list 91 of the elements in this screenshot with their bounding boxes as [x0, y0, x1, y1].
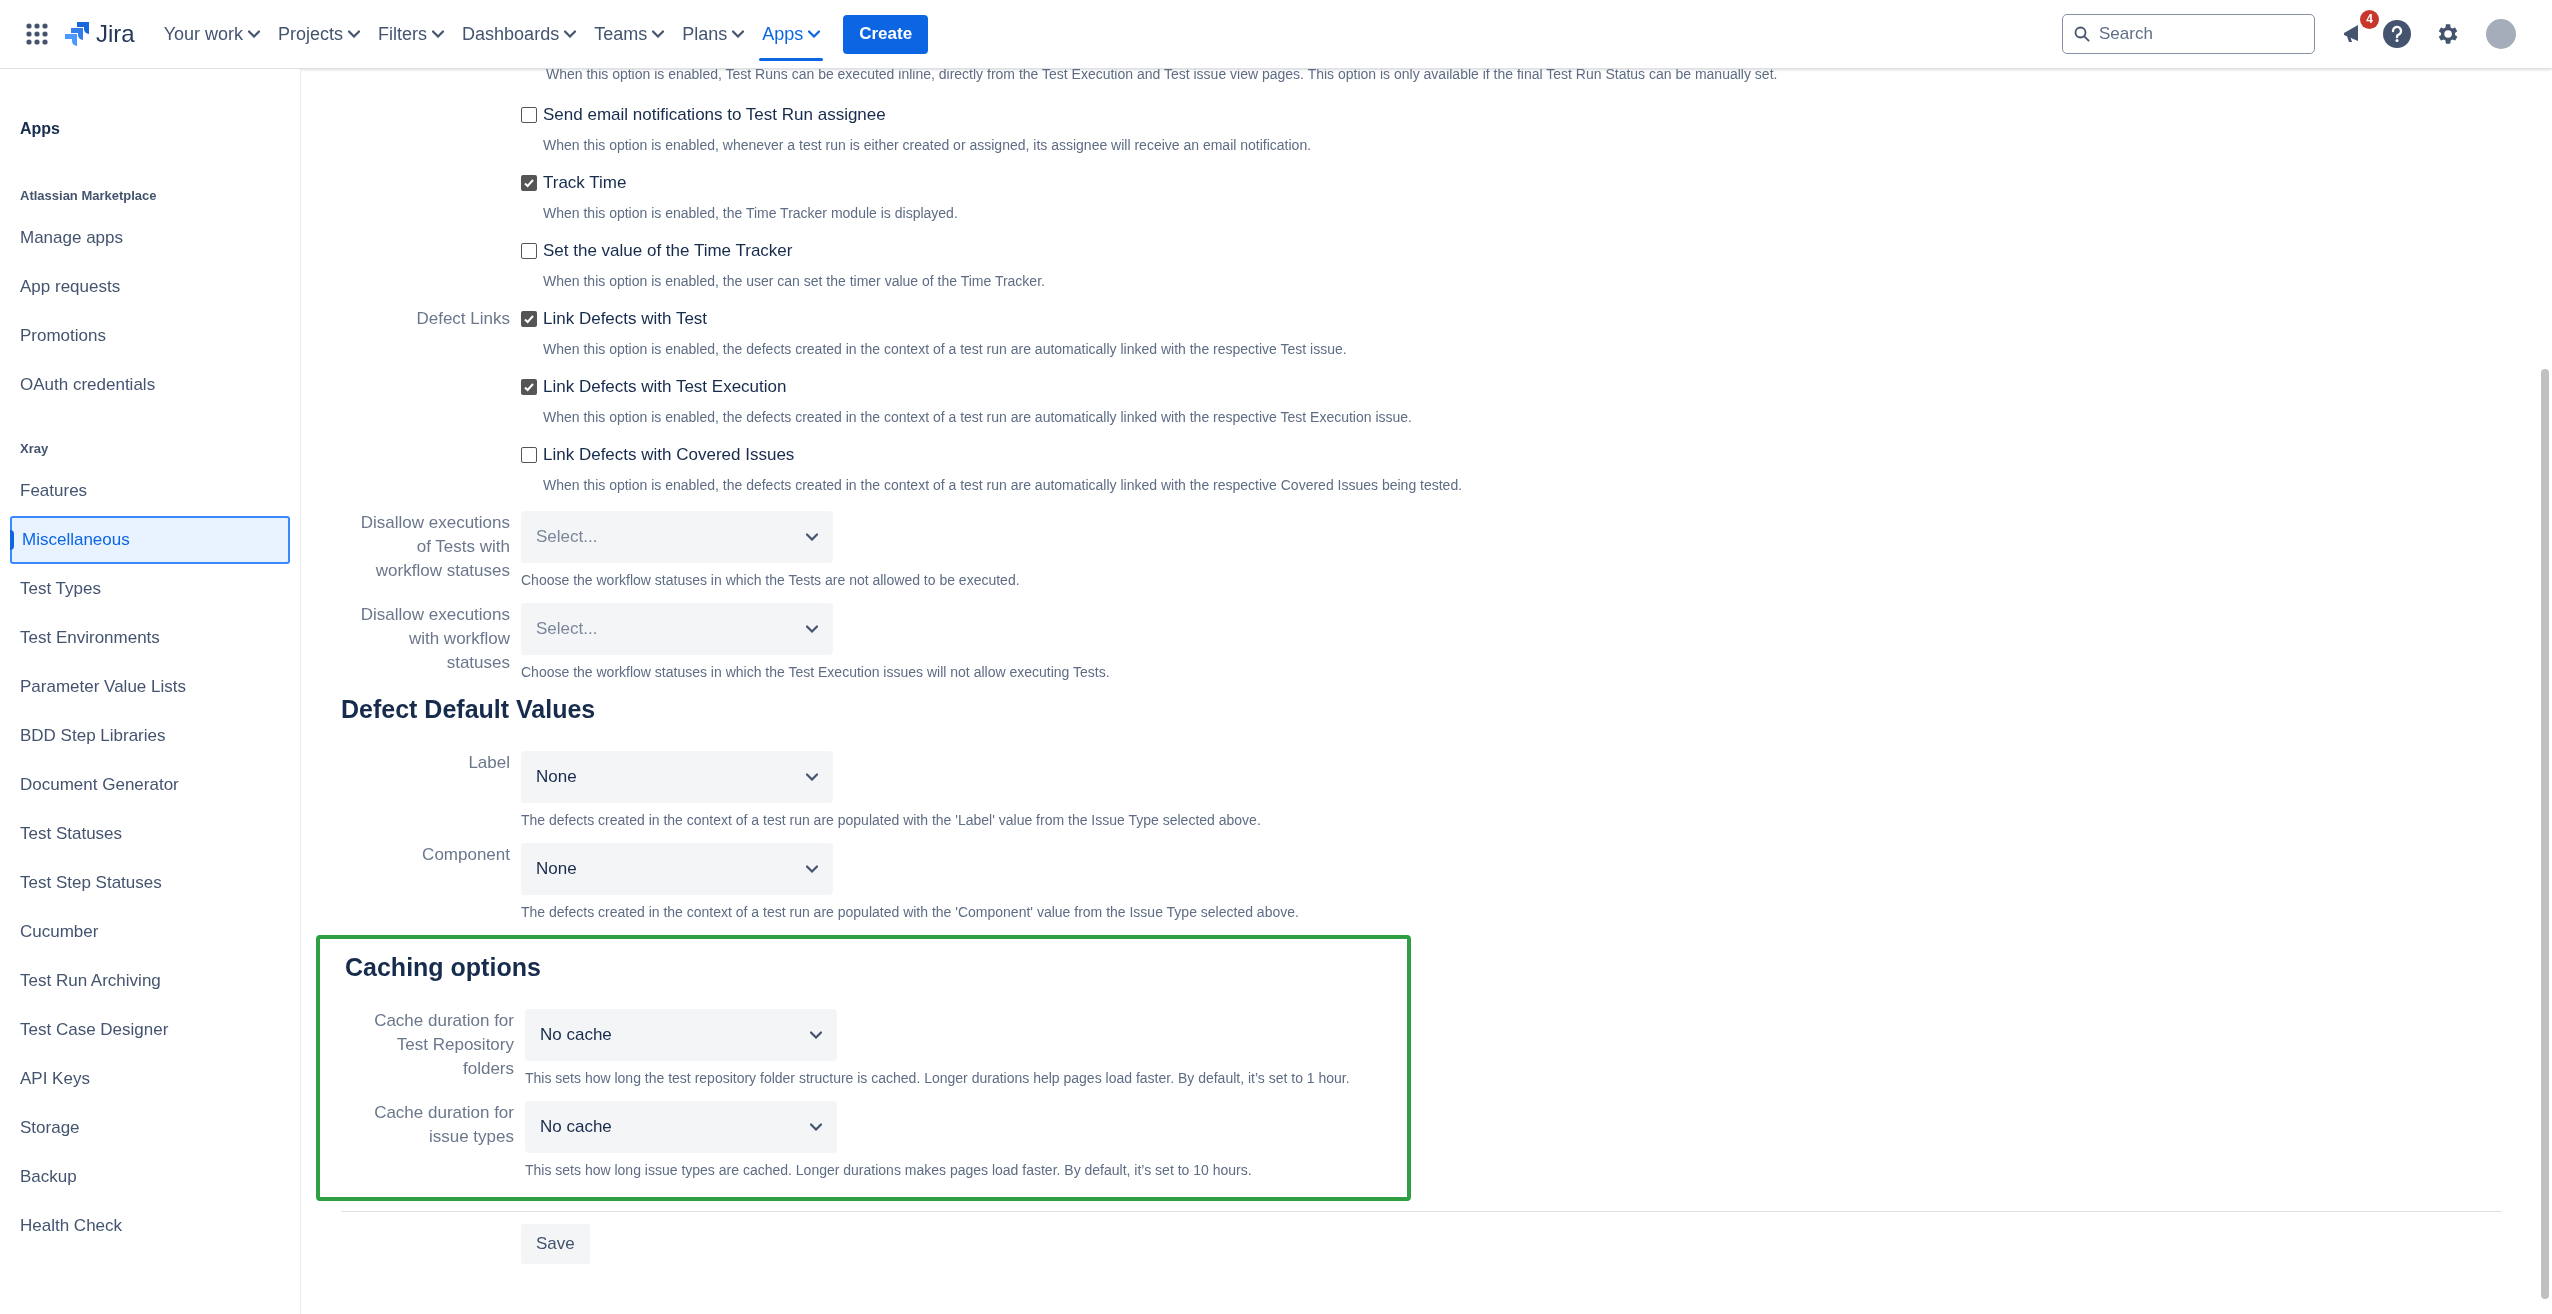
chevron-down-icon	[652, 30, 665, 38]
checkbox-label[interactable]: Track Time	[543, 170, 627, 196]
field-label: Defect Links	[416, 308, 510, 330]
sidebar-item[interactable]: Cucumber	[10, 908, 290, 956]
help-text: This sets how long the test repository folder structure is cached. Longer durations help pages load faster. By default, it’s set to 1 hour.	[525, 1069, 1350, 1087]
chevron-down-icon	[248, 30, 261, 38]
search-field[interactable]: Search	[2062, 14, 2315, 54]
checkbox-label[interactable]: Link Defects with Test Execution	[543, 374, 787, 400]
sidebar-item[interactable]: Miscellaneous	[10, 516, 290, 564]
chevron-down-icon	[808, 30, 821, 38]
section-heading: Caching options	[344, 952, 542, 983]
nav-tab[interactable]: Dashboards	[453, 0, 586, 69]
help-text: The defects created in the context of a test run are populated with the 'Component' value from the Issue Type selected above.	[521, 903, 1299, 921]
chevron-down-icon	[806, 533, 818, 541]
dropdown[interactable]: None	[521, 843, 833, 895]
chevron-down-icon	[810, 1123, 822, 1131]
sidebar-item[interactable]: Parameter Value Lists	[10, 663, 290, 711]
field-label: Cache duration for issue types	[373, 1102, 514, 1148]
sidebar-item[interactable]: Features	[10, 467, 290, 515]
sidebar-item[interactable]: API Keys	[10, 1055, 290, 1103]
help-text: Choose the workflow statuses in which the Tests are not allowed to be executed.	[521, 571, 1020, 589]
section-heading: Defect Default Values	[340, 694, 597, 725]
dropdown[interactable]: None	[521, 751, 833, 803]
help-icon[interactable]	[2383, 20, 2411, 48]
help-text: When this option is enabled, the defects created in the context of a test run are automatically linked with the respective Test issue.	[542, 340, 1347, 359]
chevron-down-icon	[732, 30, 745, 38]
sidebar-item[interactable]: Test Types	[10, 565, 290, 613]
checkbox[interactable]	[521, 447, 537, 463]
create-button[interactable]: Create	[843, 14, 929, 54]
nav-tab[interactable]: Your work	[154, 0, 270, 69]
checkbox[interactable]	[521, 175, 537, 191]
chevron-down-icon	[348, 30, 361, 38]
dropdown[interactable]: No cache	[525, 1101, 837, 1153]
sidebar-item[interactable]: Test Statuses	[10, 810, 290, 858]
help-text: When this option is enabled, Test Runs can be executed inline, directly from the Test Execution and Test issue view pages. This option is only available if the final Test Run Status can be manually set.	[546, 69, 1778, 83]
checkbox-label[interactable]: Link Defects with Test	[543, 306, 708, 332]
product-name[interactable]: Jira	[96, 16, 135, 52]
field-label: Disallow executions of Tests with workflow statuses	[359, 512, 510, 582]
sidebar-item[interactable]: BDD Step Libraries	[10, 712, 290, 760]
checkbox[interactable]	[521, 243, 537, 259]
jira-logo-icon	[64, 21, 90, 47]
sidebar-item[interactable]: Promotions	[10, 312, 290, 360]
help-text: When this option is enabled, whenever a test run is either created or assigned, its assignee will receive an email notification.	[542, 136, 1312, 155]
help-text: When this option is enabled, the defects created in the context of a test run are automatically linked with the respective Test Execution issue.	[542, 408, 1412, 427]
dropdown[interactable]: No cache	[525, 1009, 837, 1061]
help-text: This sets how long issue types are cached. Longer durations makes pages load faster. By default, it’s set to 10 hours.	[525, 1161, 1252, 1179]
sidebar-item[interactable]: Test Step Statuses	[10, 859, 290, 907]
chevron-down-icon	[564, 30, 577, 38]
sidebar-item[interactable]: Document Generator	[10, 761, 290, 809]
chevron-down-icon	[806, 865, 818, 873]
help-text: Choose the workflow statuses in which the Test Execution issues will not allow executing Tests.	[521, 663, 1110, 681]
nav-tab[interactable]: Plans	[673, 0, 754, 69]
help-text: The defects created in the context of a test run are populated with the 'Label' value from the Issue Type selected above.	[521, 811, 1261, 829]
sidebar-item[interactable]: Test Case Designer	[10, 1006, 290, 1054]
checkbox-label[interactable]: Link Defects with Covered Issues	[543, 442, 795, 468]
save-button[interactable]: Save	[521, 1224, 590, 1264]
search-icon	[2074, 26, 2090, 42]
help-text: When this option is enabled, the defects created in the context of a test run are automatically linked with the respective Covered Issues being tested.	[542, 476, 1463, 495]
help-text: When this option is enabled, the user can set the timer value of the Time Tracker.	[542, 272, 1045, 291]
field-label: Cache duration for Test Repository folders	[373, 1010, 514, 1080]
nav-tab[interactable]: Filters	[369, 0, 454, 69]
nav-tab[interactable]: Apps	[753, 0, 830, 69]
notification-count: 4	[2360, 10, 2379, 29]
checkbox[interactable]	[521, 311, 537, 327]
checkbox-label[interactable]: Send email notifications to Test Run assignee	[543, 102, 886, 128]
sidebar-item[interactable]: Health Check	[10, 1202, 290, 1250]
checkbox-label[interactable]: Set the value of the Time Tracker	[543, 238, 793, 264]
app-switcher-icon[interactable]	[26, 23, 48, 45]
chevron-down-icon	[806, 773, 818, 781]
chevron-down-icon	[806, 625, 818, 633]
sidebar-title: Apps	[19, 119, 61, 139]
field-label: Disallow executions with workflow statuses	[359, 604, 510, 674]
chevron-down-icon	[432, 30, 445, 38]
sidebar-item[interactable]: App requests	[10, 263, 290, 311]
checkbox[interactable]	[521, 107, 537, 123]
help-text: When this option is enabled, the Time Tracker module is displayed.	[542, 204, 958, 223]
sidebar-item[interactable]: Test Run Archiving	[10, 957, 290, 1005]
field-label: Label	[468, 752, 510, 774]
sidebar-item[interactable]: Backup	[10, 1153, 290, 1201]
chevron-down-icon	[810, 1031, 822, 1039]
scrollbar[interactable]	[2541, 369, 2549, 1299]
sidebar-group-heading: Atlassian Marketplace	[19, 187, 158, 205]
nav-tab[interactable]: Teams	[585, 0, 674, 69]
sidebar-item[interactable]: OAuth credentials	[10, 361, 290, 409]
field-label: Component	[422, 844, 510, 866]
sidebar-group-heading: Xray	[19, 440, 50, 458]
nav-tab[interactable]: Projects	[269, 0, 370, 69]
checkbox[interactable]	[521, 379, 537, 395]
sidebar-item[interactable]: Test Environments	[10, 614, 290, 662]
sidebar-item[interactable]: Manage apps	[10, 214, 290, 262]
sidebar-item[interactable]: Storage	[10, 1104, 290, 1152]
